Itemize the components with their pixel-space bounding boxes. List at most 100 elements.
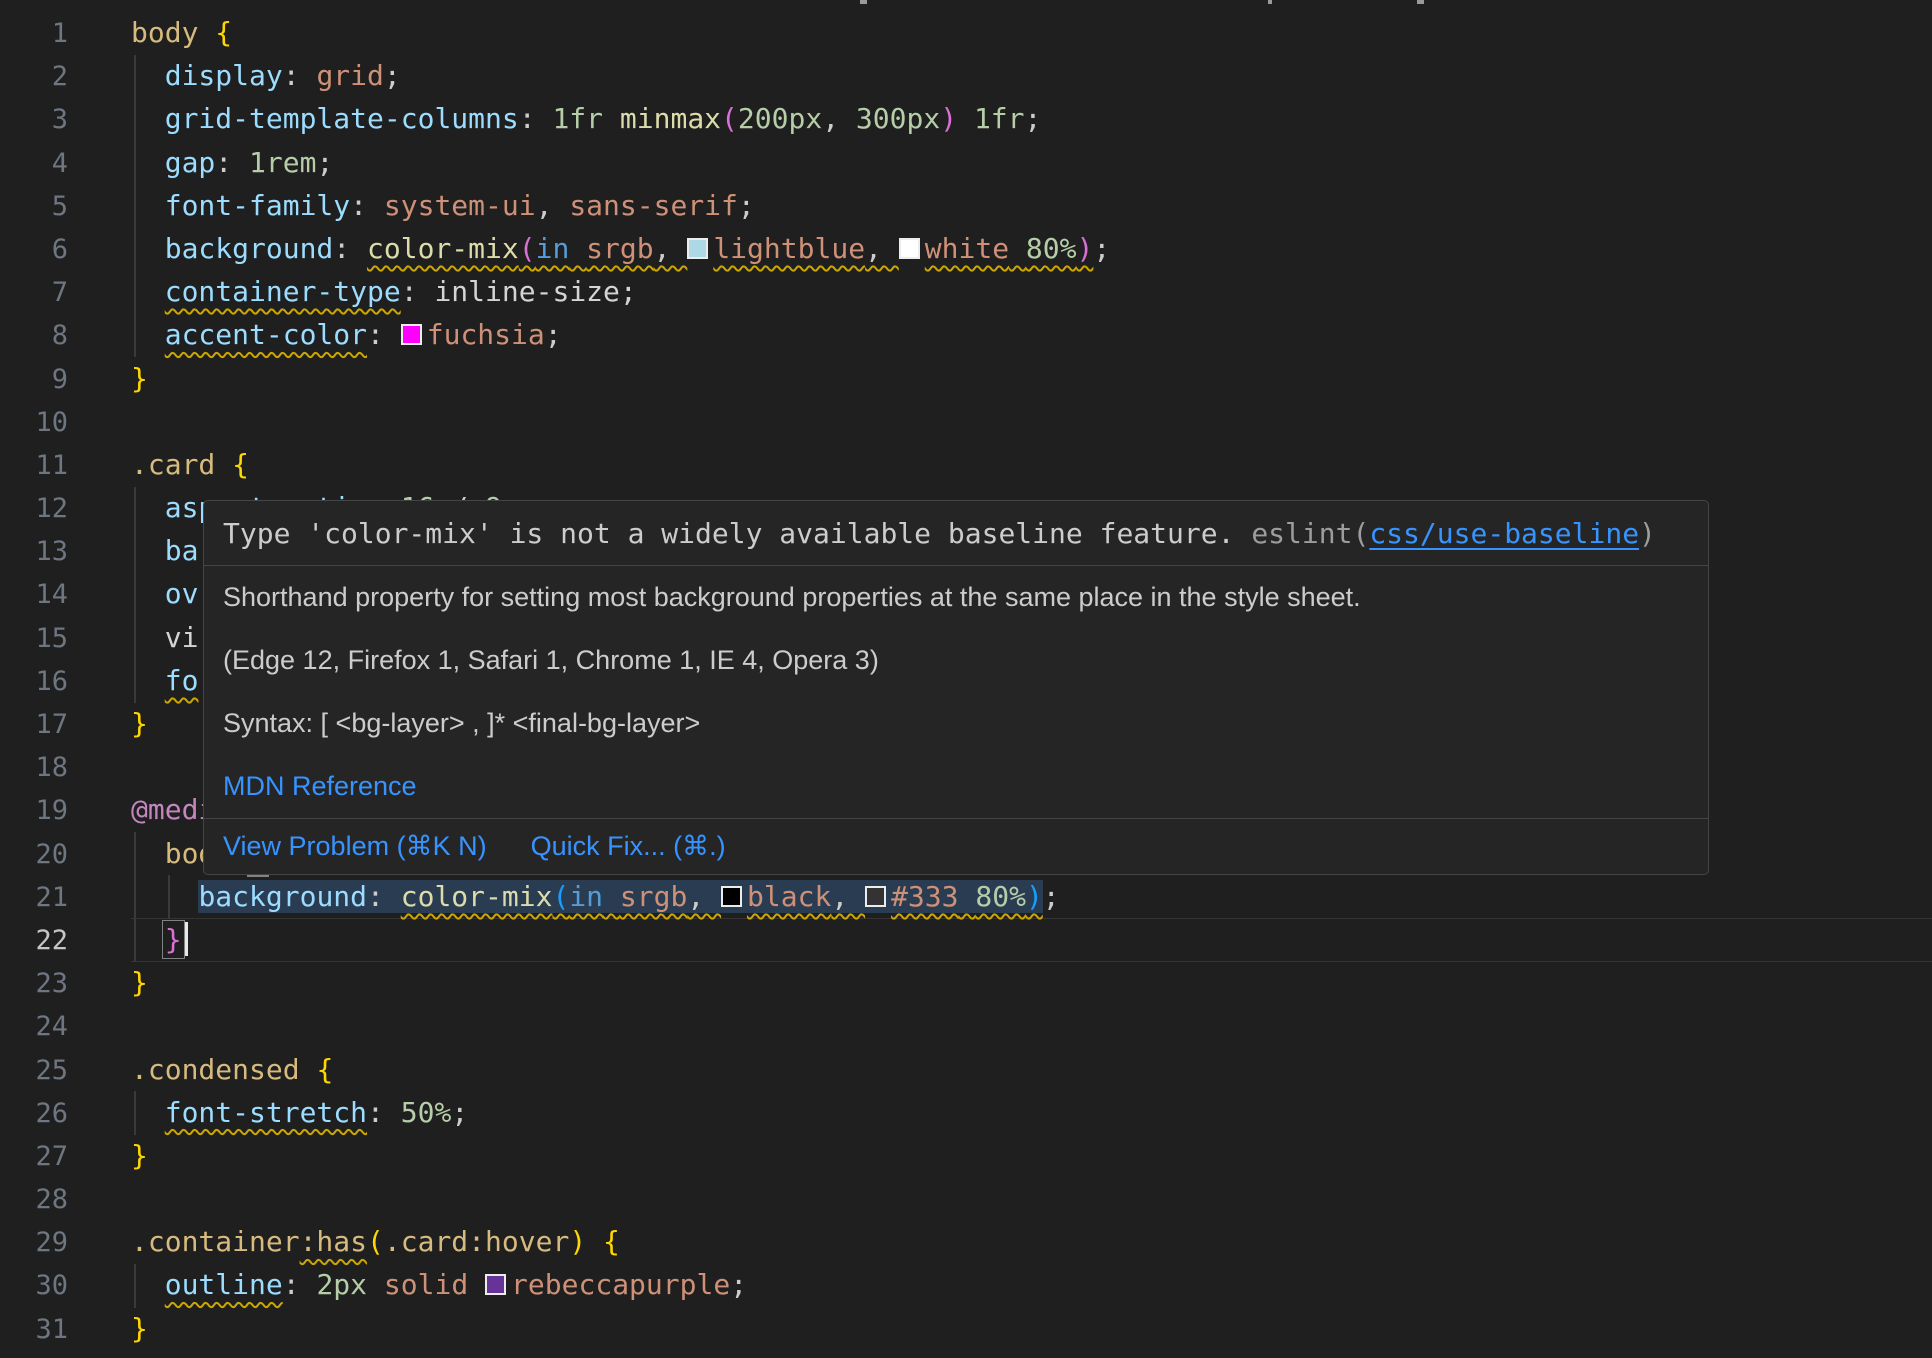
code-line[interactable]: 10 xyxy=(0,400,1932,443)
line-number: 3 xyxy=(0,98,68,141)
color-swatch[interactable] xyxy=(865,886,886,907)
code-token: 1fr xyxy=(552,102,603,135)
view-problem-button[interactable]: View Problem (⌘K N) xyxy=(223,831,487,862)
code-line[interactable]: 8 accent-color: fuchsia; xyxy=(0,313,1932,356)
code-line[interactable]: 9} xyxy=(0,357,1932,400)
code-token: , xyxy=(822,102,856,135)
code-token xyxy=(131,1268,165,1301)
code-line[interactable]: 4 gap: 1rem; xyxy=(0,141,1932,184)
code-token xyxy=(485,1268,511,1301)
line-number: 27 xyxy=(0,1135,68,1178)
line-number: 4 xyxy=(0,142,68,185)
code-line[interactable]: 23} xyxy=(0,961,1932,1004)
eslint-rule-link[interactable]: css/use-baseline xyxy=(1369,517,1639,550)
text-cursor xyxy=(185,922,188,956)
code-token: gap xyxy=(165,146,216,179)
code-token: ; xyxy=(1025,102,1042,135)
color-swatch[interactable] xyxy=(899,238,920,259)
code-token: 80% xyxy=(975,880,1026,913)
code-token: sans-serif xyxy=(569,189,738,222)
code-line[interactable]: 25.condensed { xyxy=(0,1048,1932,1091)
line-number: 26 xyxy=(0,1092,68,1135)
code-line[interactable]: 1body { xyxy=(0,11,1932,54)
code-token: body xyxy=(131,16,215,49)
mdn-reference-link[interactable]: MDN Reference xyxy=(223,771,417,802)
code-token: background xyxy=(165,232,334,265)
code-token: color-mix xyxy=(367,232,519,265)
bracket-match-fragment xyxy=(247,875,269,877)
code-token: in xyxy=(569,880,603,913)
line-number: 30 xyxy=(0,1264,68,1307)
line-number: 12 xyxy=(0,487,68,530)
code-line[interactable]: 3 grid-template-columns: 1fr minmax(200p… xyxy=(0,97,1932,140)
line-number: 10 xyxy=(0,401,68,444)
code-editor[interactable]: 1body {2 display: grid;3 grid-template-c… xyxy=(0,0,1932,1358)
color-swatch[interactable] xyxy=(687,238,708,259)
browser-support: (Edge 12, Firefox 1, Safari 1, Chrome 1,… xyxy=(223,629,1689,692)
code-line[interactable]: 30 outline: 2px solid rebeccapurple; xyxy=(0,1263,1932,1306)
code-token: : xyxy=(367,318,401,351)
code-token xyxy=(865,880,891,913)
problem-message-row: Type 'color-mix' is not a widely availab… xyxy=(204,501,1708,566)
code-token: ; xyxy=(451,1096,468,1129)
code-token: , xyxy=(831,880,865,913)
code-token: .card:hover xyxy=(384,1225,569,1258)
code-token: : xyxy=(283,1268,317,1301)
code-token: ; xyxy=(620,275,637,308)
property-description: Shorthand property for setting most back… xyxy=(223,566,1689,629)
code-token: vi xyxy=(165,621,199,654)
code-token: fuchsia xyxy=(427,318,545,351)
line-number: 24 xyxy=(0,1005,68,1048)
line-number: 8 xyxy=(0,314,68,357)
code-line[interactable]: 11.card { xyxy=(0,443,1932,486)
code-line[interactable]: 28 xyxy=(0,1177,1932,1220)
code-line[interactable]: 6 background: color-mix(in srgb, lightbl… xyxy=(0,227,1932,270)
code-line[interactable]: 29.container:has(.card:hover) { xyxy=(0,1220,1932,1263)
code-line[interactable]: 2 display: grid; xyxy=(0,54,1932,97)
code-line[interactable]: 21 background: color-mix(in srgb, black,… xyxy=(0,875,1932,918)
code-token: white xyxy=(925,232,1009,265)
code-token xyxy=(131,664,165,697)
code-token xyxy=(569,232,586,265)
cut-off-glyph xyxy=(860,0,867,4)
code-token: 2px xyxy=(316,1268,367,1301)
code-token: ) xyxy=(1077,232,1094,265)
line-number: 5 xyxy=(0,185,68,228)
code-line[interactable]: 31} xyxy=(0,1307,1932,1350)
code-token: 80% xyxy=(1026,232,1077,265)
code-token: background xyxy=(198,880,367,913)
code-token xyxy=(131,923,165,956)
code-token: srgb xyxy=(620,880,687,913)
color-swatch[interactable] xyxy=(721,886,742,907)
quick-fix-button[interactable]: Quick Fix... (⌘.) xyxy=(531,831,726,862)
code-token: , xyxy=(536,189,570,222)
cut-off-glyph xyxy=(1268,0,1272,4)
hover-tooltip: Type 'color-mix' is not a widely availab… xyxy=(203,500,1709,875)
line-number: 7 xyxy=(0,271,68,314)
line-number: 31 xyxy=(0,1308,68,1351)
code-token: : xyxy=(333,232,367,265)
code-line[interactable]: 27} xyxy=(0,1134,1932,1177)
code-token: rebeccapurple xyxy=(511,1268,730,1301)
color-swatch[interactable] xyxy=(485,1274,506,1295)
code-line[interactable]: 5 font-family: system-ui, sans-serif; xyxy=(0,184,1932,227)
line-number: 17 xyxy=(0,703,68,746)
code-token: ov xyxy=(165,577,199,610)
code-token: ; xyxy=(545,318,562,351)
code-line[interactable]: 24 xyxy=(0,1004,1932,1047)
code-line[interactable]: 26 font-stretch: 50%; xyxy=(0,1091,1932,1134)
code-token xyxy=(131,232,165,265)
code-token: srgb xyxy=(586,232,653,265)
code-line[interactable]: 7 container-type: inline-size; xyxy=(0,270,1932,313)
line-number: 2 xyxy=(0,55,68,98)
code-token: lightblue xyxy=(713,232,865,265)
hover-actions: View Problem (⌘K N) Quick Fix... (⌘.) xyxy=(204,818,1708,874)
code-token: color-mix xyxy=(401,880,553,913)
color-swatch[interactable] xyxy=(401,324,422,345)
code-token: 200px xyxy=(738,102,822,135)
code-line[interactable]: 22 } xyxy=(0,918,1932,961)
code-token xyxy=(131,491,165,524)
line-number: 19 xyxy=(0,789,68,832)
code-token: 300px xyxy=(856,102,940,135)
code-token xyxy=(401,318,427,351)
